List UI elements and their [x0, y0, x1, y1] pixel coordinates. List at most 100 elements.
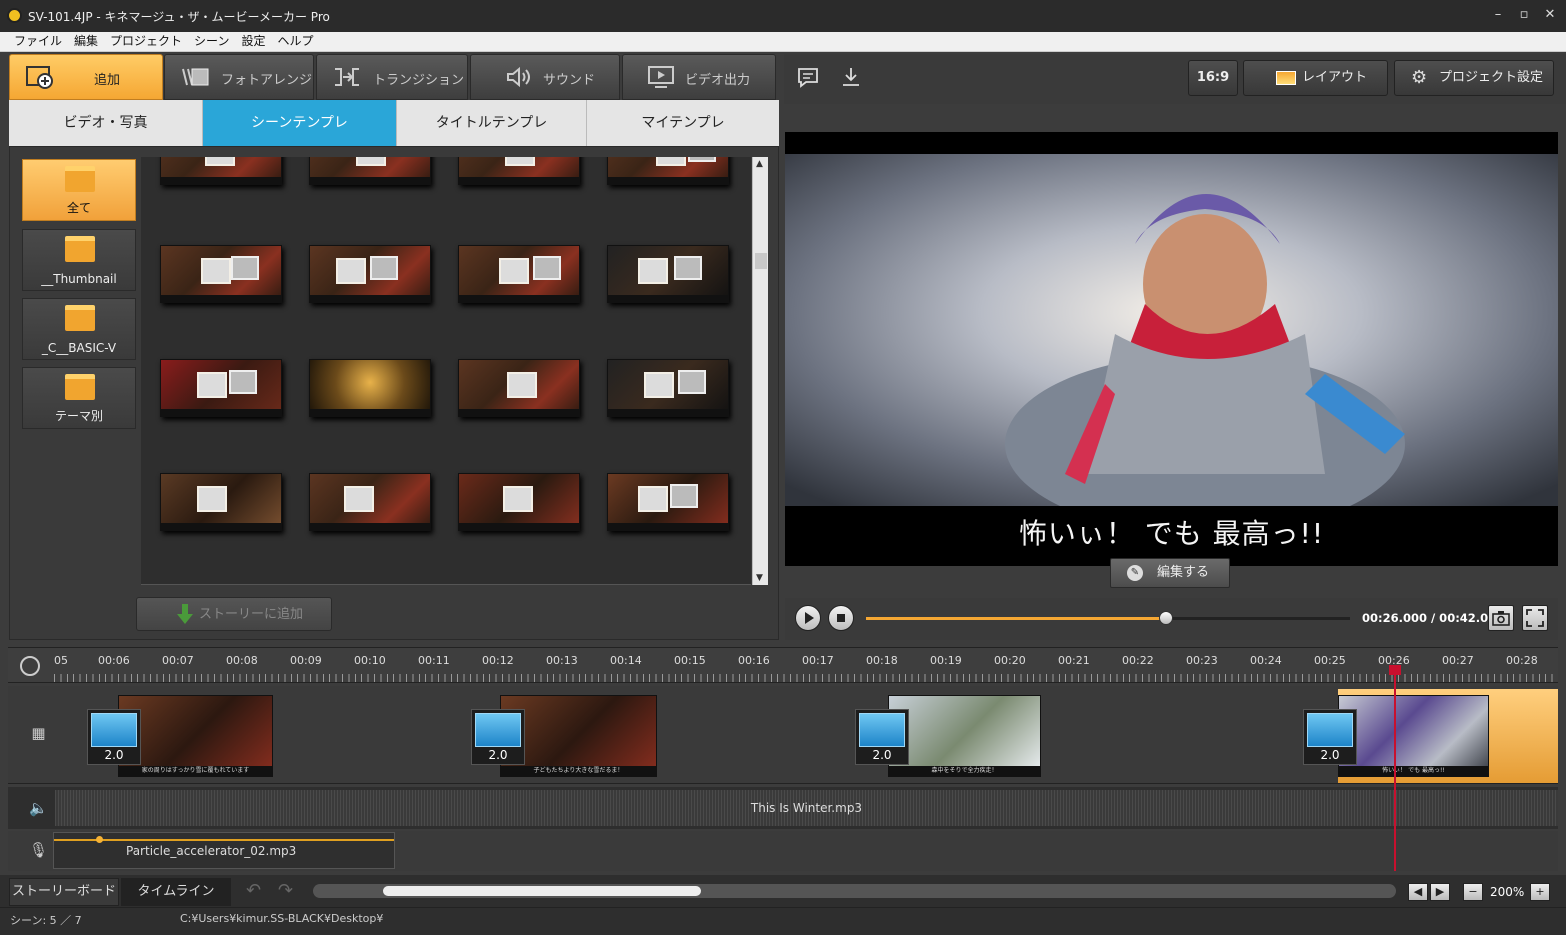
tab-video-output[interactable]: ビデオ出力 — [622, 54, 776, 100]
menu-edit[interactable]: 編集 — [68, 32, 104, 51]
template-thumbnail[interactable] — [160, 245, 282, 303]
video-preview[interactable]: 怖いぃ！ でも 最高っ!! — [785, 132, 1558, 566]
ruler-label: 00:21 — [1058, 654, 1090, 667]
project-settings-label: プロジェクト設定 — [1439, 70, 1544, 85]
play-button[interactable] — [795, 605, 821, 631]
menu-bar: ファイル 編集 プロジェクト シーン 設定 ヘルプ — [0, 32, 1566, 52]
template-thumbnail[interactable] — [309, 157, 431, 185]
scroll-up-icon[interactable]: ▲ — [756, 159, 763, 169]
timeline-scrollbar-thumb[interactable] — [383, 886, 701, 896]
scroll-down-icon[interactable]: ▼ — [756, 573, 763, 583]
edit-caption-button[interactable]: ✎ 編集する — [1110, 558, 1230, 588]
project-settings-button[interactable]: ⚙ プロジェクト設定 — [1394, 60, 1554, 96]
folder-thumbnail[interactable]: __Thumbnail — [22, 229, 136, 291]
folder-all[interactable]: 全て — [22, 159, 136, 221]
ruler-label: 05 — [54, 654, 68, 667]
close-button[interactable]: ✕ — [1539, 5, 1561, 25]
ruler-label: 00:19 — [930, 654, 962, 667]
snapshot-button[interactable] — [1488, 605, 1514, 631]
template-thumbnail[interactable] — [160, 157, 282, 185]
zoom-in-button[interactable]: + — [1530, 883, 1550, 901]
fullscreen-button[interactable] — [1522, 605, 1548, 631]
template-thumbnail[interactable] — [160, 359, 282, 417]
download-icon[interactable] — [840, 66, 862, 88]
next-button[interactable]: ▶ — [1430, 883, 1450, 901]
template-thumbnail[interactable] — [160, 473, 282, 531]
tab-storyboard[interactable]: ストーリーボード — [9, 878, 119, 906]
volume-line — [54, 839, 394, 841]
tab-scene-template[interactable]: シーンテンプレ — [203, 100, 397, 154]
bgm-waveform[interactable]: This Is Winter.mp3 — [55, 790, 1558, 826]
transition-marker[interactable]: 2.0 — [87, 709, 141, 765]
tab-sound[interactable]: サウンド — [470, 54, 620, 100]
tab-photo-arrange[interactable]: フォトアレンジ — [164, 54, 314, 100]
fullscreen-icon — [1526, 609, 1544, 627]
template-thumbnail[interactable] — [458, 473, 580, 531]
zoom-out-button[interactable]: − — [1463, 883, 1483, 901]
tab-timeline[interactable]: タイムライン — [121, 878, 231, 906]
timeline-ruler[interactable]: 05 00:06 00:07 00:08 00:09 00:10 00:11 0… — [8, 647, 1558, 683]
timeline-clip[interactable]: 森中をそりで全力疾走！ — [888, 695, 1041, 777]
comment-icon[interactable] — [797, 67, 819, 89]
prev-button[interactable]: ◀ — [1408, 883, 1428, 901]
timeline-clip[interactable]: 怖いぃ！ でも 最高っ!! — [1338, 695, 1489, 777]
template-thumbnail[interactable] — [607, 157, 729, 185]
menu-file[interactable]: ファイル — [0, 32, 68, 51]
ruler-label: 00:15 — [674, 654, 706, 667]
template-thumbnail[interactable] — [309, 245, 431, 303]
undo-icon[interactable]: ↶ — [246, 880, 261, 901]
template-thumbnail[interactable] — [309, 359, 431, 417]
timeline-scrollbar[interactable] — [313, 884, 1396, 898]
ruler-label: 00:14 — [610, 654, 642, 667]
transition-marker[interactable]: 2.0 — [855, 709, 909, 765]
tab-transition-label: トランジション — [373, 73, 465, 88]
clip-caption: 森中をそりで全力疾走！ — [889, 766, 1040, 776]
ruler-label: 00:18 — [866, 654, 898, 667]
camera-icon — [1492, 611, 1510, 626]
seek-bar-handle[interactable] — [1159, 611, 1174, 625]
menu-help[interactable]: ヘルプ — [271, 32, 319, 51]
sub-tab-bar: ビデオ・写真 シーンテンプレ タイトルテンプレ マイテンプレ — [9, 100, 779, 154]
ruler-label: 00:07 — [162, 654, 194, 667]
app-icon — [7, 8, 22, 23]
volume-keyframe[interactable] — [96, 836, 103, 843]
layout-button[interactable]: レイアウト — [1243, 60, 1388, 96]
scrollbar-thumb[interactable] — [755, 253, 767, 269]
template-thumbnail[interactable] — [458, 359, 580, 417]
transition-marker[interactable]: 2.0 — [1303, 709, 1357, 765]
template-thumbnail[interactable] — [607, 359, 729, 417]
menu-scene[interactable]: シーン — [188, 32, 235, 51]
minimize-button[interactable]: – — [1487, 5, 1509, 25]
stop-button[interactable] — [828, 605, 854, 631]
add-to-story-button[interactable]: ストーリーに追加 — [136, 597, 332, 631]
transition-marker[interactable]: 2.0 — [471, 709, 525, 765]
playhead[interactable] — [1394, 668, 1396, 871]
timeline-clip[interactable]: 家の周りはすっかり雪に覆もれています — [118, 695, 273, 777]
tab-transition[interactable]: トランジション — [316, 54, 468, 100]
folder-by-theme[interactable]: テーマ別 — [22, 367, 136, 429]
ruler-label: 00:28 — [1506, 654, 1538, 667]
menu-settings[interactable]: 設定 — [235, 32, 271, 51]
folder-basic-v[interactable]: _C__BASIC-V — [22, 298, 136, 360]
template-thumbnail[interactable] — [458, 245, 580, 303]
template-thumbnail[interactable] — [607, 473, 729, 531]
window-title: SV-101.4JP - キネマージュ・ザ・ムービーメーカー Pro — [28, 10, 330, 24]
template-scrollbar[interactable]: ▲ ▼ — [752, 157, 768, 585]
template-thumbnail[interactable] — [458, 157, 580, 185]
bgm-filename: This Is Winter.mp3 — [750, 801, 863, 815]
maximize-button[interactable]: ▫ — [1513, 5, 1535, 25]
tab-add[interactable]: 追加 — [9, 54, 163, 100]
menu-project[interactable]: プロジェクト — [104, 32, 188, 51]
tab-video-photo[interactable]: ビデオ・写真 — [9, 100, 203, 146]
video-output-icon — [648, 66, 674, 88]
pencil-icon: ✎ — [1127, 565, 1143, 581]
ruler-label: 00:11 — [418, 654, 450, 667]
template-thumbnail[interactable] — [607, 245, 729, 303]
redo-icon[interactable]: ↷ — [278, 880, 293, 901]
tab-my-template[interactable]: マイテンプレ — [587, 100, 779, 146]
narration-clip[interactable]: Particle_accelerator_02.mp3 — [53, 832, 395, 869]
tab-title-template[interactable]: タイトルテンプレ — [397, 100, 587, 146]
aspect-ratio-button[interactable]: 16:9 — [1188, 60, 1238, 96]
ruler-label: 00:17 — [802, 654, 834, 667]
template-thumbnail[interactable] — [309, 473, 431, 531]
